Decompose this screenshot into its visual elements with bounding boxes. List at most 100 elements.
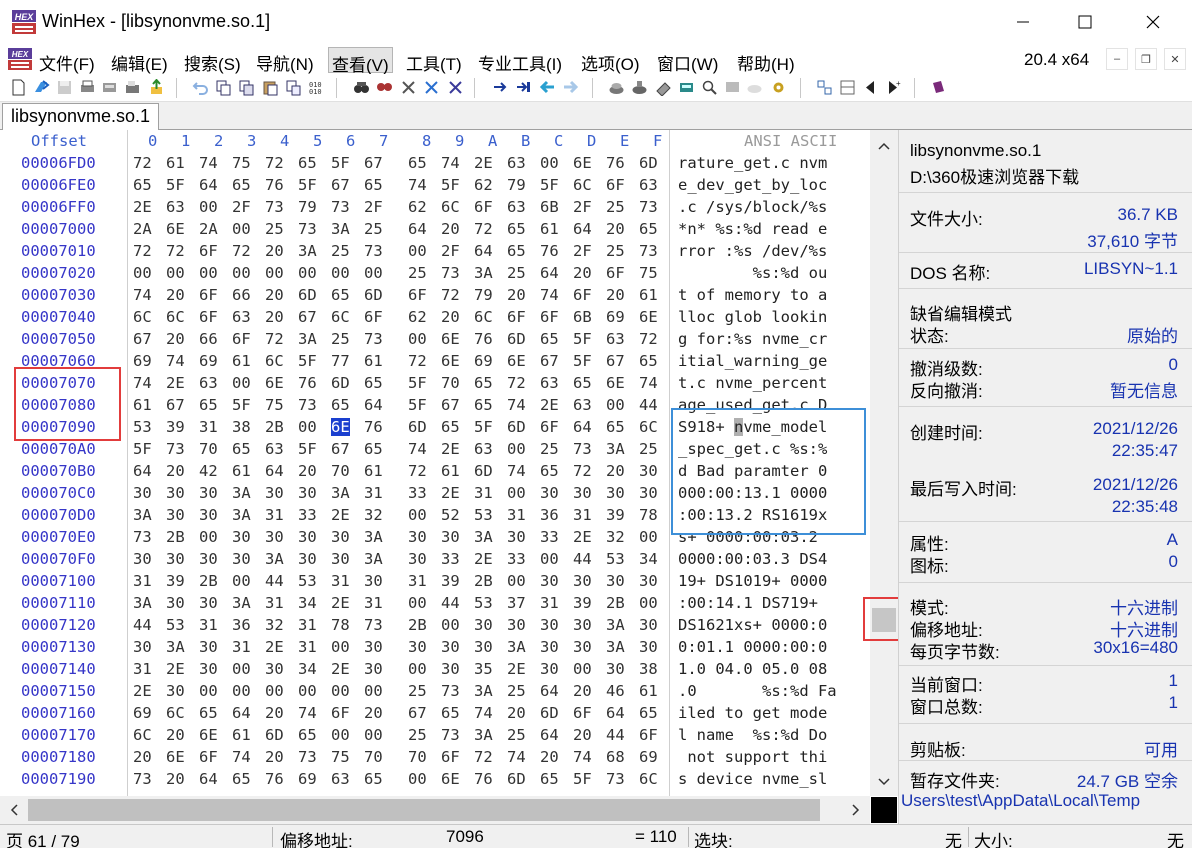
hex-byte[interactable]: 3A bbox=[606, 616, 625, 634]
document-hex-icon[interactable]: HEX bbox=[8, 48, 32, 70]
hex-byte[interactable]: 25 bbox=[507, 264, 526, 282]
ascii-text[interactable]: g for:%s nvme_cr bbox=[678, 330, 827, 348]
properties-icon[interactable] bbox=[101, 79, 118, 96]
hex-byte[interactable]: 44 bbox=[133, 616, 152, 634]
hex-byte[interactable]: 2E bbox=[265, 638, 284, 656]
hex-byte[interactable]: 3A bbox=[474, 264, 493, 282]
copy-hex-icon[interactable] bbox=[238, 79, 255, 96]
hex-byte[interactable]: 5F bbox=[298, 440, 317, 458]
cloud-icon[interactable] bbox=[746, 79, 763, 96]
hex-byte[interactable]: 67 bbox=[298, 308, 317, 326]
hex-byte[interactable]: 6D bbox=[507, 330, 526, 348]
hex-byte[interactable]: 30 bbox=[265, 484, 284, 502]
hex-byte[interactable]: 34 bbox=[298, 660, 317, 678]
hex-byte[interactable]: 00 bbox=[199, 198, 218, 216]
save-icon[interactable] bbox=[56, 79, 73, 96]
hex-byte[interactable]: 65 bbox=[540, 770, 559, 788]
hex-byte[interactable]: 6C bbox=[639, 770, 658, 788]
hex-byte[interactable]: 76 bbox=[540, 242, 559, 260]
vertical-scrollbar[interactable] bbox=[863, 130, 905, 796]
hex-byte[interactable]: 32 bbox=[265, 616, 284, 634]
mdi-minimize-button[interactable]: – bbox=[1106, 48, 1128, 70]
hex-byte[interactable]: 00 bbox=[408, 594, 427, 612]
hex-byte[interactable]: 30 bbox=[199, 638, 218, 656]
find-hex-icon[interactable] bbox=[376, 79, 393, 96]
hex-byte[interactable]: 30 bbox=[639, 462, 658, 480]
hex-byte[interactable]: 00 bbox=[232, 264, 251, 282]
hex-byte[interactable]: 66 bbox=[199, 330, 218, 348]
hex-row[interactable]: 00007140 31 2E 30 00 30 34 2E 30 00 30 35 2E 30 00 30 38… bbox=[0, 660, 870, 682]
hex-byte[interactable]: 00 bbox=[364, 682, 383, 700]
hex-row[interactable]: 00007160 69 6C 65 64 20 74 6F 20 67 65 74 20 6D 6F 64 65… bbox=[0, 704, 870, 726]
hex-byte[interactable]: 30 bbox=[166, 506, 185, 524]
hex-byte[interactable]: 20 bbox=[507, 286, 526, 304]
hex-byte[interactable]: 30 bbox=[540, 638, 559, 656]
hex-byte[interactable]: 30 bbox=[331, 550, 350, 568]
hex-byte[interactable]: 72 bbox=[507, 374, 526, 392]
hex-byte[interactable]: 30 bbox=[364, 660, 383, 678]
hex-byte[interactable]: 63 bbox=[331, 770, 350, 788]
hex-byte[interactable]: 00 bbox=[199, 264, 218, 282]
hex-byte[interactable]: 6F bbox=[199, 286, 218, 304]
hex-byte[interactable]: 75 bbox=[639, 264, 658, 282]
hex-byte[interactable]: 65 bbox=[639, 704, 658, 722]
cascade-windows-icon[interactable] bbox=[839, 79, 856, 96]
hex-byte[interactable]: 61 bbox=[232, 726, 251, 744]
hex-byte[interactable]: 63 bbox=[540, 374, 559, 392]
hex-byte[interactable]: 3A bbox=[364, 528, 383, 546]
hex-byte[interactable]: 65 bbox=[364, 770, 383, 788]
hex-byte[interactable]: 53 bbox=[474, 594, 493, 612]
hex-byte[interactable]: 6D bbox=[507, 418, 526, 436]
hex-byte[interactable]: 65 bbox=[331, 396, 350, 414]
hex-byte[interactable]: 00 bbox=[298, 682, 317, 700]
hex-byte[interactable]: 30 bbox=[199, 506, 218, 524]
hex-byte[interactable]: 6F bbox=[232, 330, 251, 348]
hex-byte[interactable]: 65 bbox=[639, 220, 658, 238]
hex-byte[interactable]: 74 bbox=[474, 704, 493, 722]
hex-byte[interactable]: 74 bbox=[166, 352, 185, 370]
hex-row[interactable]: 00007170 6C 20 6E 61 6D 65 00 00 25 73 3A 25 64 20 44 6F… bbox=[0, 726, 870, 748]
hex-byte[interactable]: 65 bbox=[639, 352, 658, 370]
hex-byte[interactable]: 6D bbox=[331, 374, 350, 392]
hex-byte[interactable]: 2E bbox=[441, 484, 460, 502]
hex-byte[interactable]: 61 bbox=[232, 352, 251, 370]
open-file-icon[interactable] bbox=[33, 79, 50, 96]
menu-navigate[interactable]: 导航(N) bbox=[253, 47, 317, 74]
hex-byte[interactable]: 64 bbox=[408, 220, 427, 238]
hex-byte[interactable]: 38 bbox=[232, 418, 251, 436]
hex-byte[interactable]: 31 bbox=[540, 594, 559, 612]
hex-byte[interactable]: 3A bbox=[507, 638, 526, 656]
hex-byte[interactable]: 5F bbox=[331, 154, 350, 172]
hex-row[interactable]: 00006FE0 65 5F 64 65 76 5F 67 65 74 5F 62 79 5F 6C 6F 63… bbox=[0, 176, 870, 198]
hex-byte[interactable]: 79 bbox=[298, 198, 317, 216]
hex-byte[interactable]: 3A bbox=[331, 220, 350, 238]
hex-byte[interactable]: 31 bbox=[474, 484, 493, 502]
hex-byte[interactable]: 61 bbox=[639, 682, 658, 700]
hex-byte[interactable]: 20 bbox=[166, 770, 185, 788]
hex-byte[interactable]: 72 bbox=[573, 462, 592, 480]
hex-byte[interactable]: 5F bbox=[573, 330, 592, 348]
hex-byte[interactable]: 65 bbox=[364, 440, 383, 458]
hex-byte[interactable]: 30 bbox=[232, 528, 251, 546]
hex-byte[interactable]: 2A bbox=[199, 220, 218, 238]
hex-byte[interactable]: 67 bbox=[364, 154, 383, 172]
hex-byte[interactable]: 64 bbox=[540, 264, 559, 282]
scroll-right-icon[interactable] bbox=[848, 802, 864, 818]
hex-byte[interactable]: 33 bbox=[540, 528, 559, 546]
hex-byte[interactable]: 00 bbox=[232, 374, 251, 392]
hex-byte[interactable]: 53 bbox=[606, 550, 625, 568]
hex-byte[interactable]: 30 bbox=[298, 550, 317, 568]
hex-byte[interactable]: 5F bbox=[474, 418, 493, 436]
hex-byte[interactable]: 5F bbox=[441, 176, 460, 194]
hex-byte[interactable]: 5F bbox=[408, 374, 427, 392]
ascii-text[interactable]: iled to get mode bbox=[678, 704, 827, 722]
hex-byte[interactable]: 65 bbox=[331, 286, 350, 304]
hex-byte[interactable]: 3A bbox=[265, 550, 284, 568]
hex-byte[interactable]: 6C bbox=[441, 198, 460, 216]
hex-byte[interactable]: 6E bbox=[166, 220, 185, 238]
hex-byte[interactable]: 30 bbox=[507, 616, 526, 634]
hex-byte[interactable]: 2E bbox=[166, 660, 185, 678]
hex-byte[interactable]: 25 bbox=[606, 198, 625, 216]
hex-byte[interactable]: 73 bbox=[364, 242, 383, 260]
hex-byte[interactable]: 39 bbox=[166, 572, 185, 590]
